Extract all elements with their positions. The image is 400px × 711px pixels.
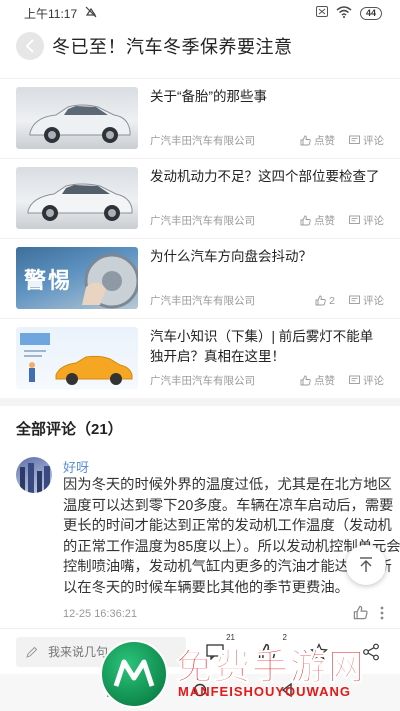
like-button[interactable]: 点赞: [300, 213, 335, 228]
arrow-up-icon: [360, 557, 372, 572]
comment-body: 因为冬天的时候外界的温度过低，尤其是在北方地区温度可以达到零下20多度。车辆在凉…: [63, 477, 400, 596]
thumbs-up-icon: [300, 215, 311, 226]
watermark-text: 免费手游网: [175, 647, 367, 689]
list-item[interactable]: 关于“备胎”的那些事 广汽丰田汽车有限公司 点赞 评论: [0, 78, 400, 158]
battery-icon: 44: [359, 6, 382, 20]
more-options-button[interactable]: [380, 606, 384, 625]
article-thumbnail: [16, 167, 138, 229]
comment-icon: [349, 215, 360, 224]
like-button[interactable]: 点赞: [300, 373, 335, 388]
section-divider: [0, 398, 400, 406]
article-thumbnail: [16, 327, 138, 389]
like-count: 2: [329, 294, 335, 307]
article-meta: 广汽丰田汽车有限公司 2 评论: [150, 293, 384, 308]
article-meta: 广汽丰田汽车有限公司 点赞 评论: [150, 373, 384, 388]
comment-username[interactable]: 好呀: [63, 457, 89, 476]
article-title: 发动机动力不足？这四个部位要检查了: [150, 169, 380, 184]
article-meta: 广汽丰田汽车有限公司 点赞 评论: [150, 133, 384, 148]
like-button[interactable]: 点赞: [300, 133, 335, 148]
article-thumbnail: [16, 87, 138, 149]
article-thumbnail: 警惕: [16, 247, 138, 309]
back-button[interactable]: [16, 32, 44, 60]
article-title: 汽车小知识（下集）| 前后雾灯不能单独开启？真相在这里！: [150, 329, 374, 364]
thumbs-up-icon: [300, 135, 311, 146]
scroll-to-top-button[interactable]: [346, 545, 386, 585]
list-item[interactable]: 警惕 为什么汽车方向盘会抖动？ 广汽丰田汽车有限公司 2 评论: [0, 238, 400, 318]
article-source: 广汽丰田汽车有限公司: [150, 295, 255, 307]
wifi-icon: [336, 5, 352, 21]
sim-icon: [315, 6, 328, 20]
comment-timestamp: 12-25 16:36:21: [63, 608, 138, 620]
header: 冬已至！汽车冬季保养要注意: [0, 28, 400, 64]
chevron-left-icon: [25, 39, 34, 53]
comment-button[interactable]: 评论: [349, 293, 384, 308]
watermark-logo: [100, 640, 168, 708]
article-title: 关于“备胎”的那些事: [150, 89, 267, 104]
more-vertical-icon: [380, 606, 384, 619]
comment-button[interactable]: 评论: [349, 133, 384, 148]
comment-icon: [349, 135, 360, 144]
site-watermark: 免费手游网 MANFEISHOUYOUWANG: [100, 636, 400, 711]
thumbs-up-icon: [353, 605, 368, 620]
comment-like-button[interactable]: [353, 605, 368, 625]
warning-sign-text: 警惕: [24, 268, 73, 293]
thumbs-up-icon: [315, 295, 326, 306]
avatar[interactable]: [16, 457, 52, 493]
article-source: 广汽丰田汽车有限公司: [150, 215, 255, 227]
thumbs-up-icon: [300, 375, 311, 386]
related-article-list: 关于“备胎”的那些事 广汽丰田汽车有限公司 点赞 评论 发动机动力不足？这四个部…: [0, 78, 400, 398]
comments-heading: 全部评论（21）: [16, 421, 123, 438]
comment-icon: [349, 375, 360, 384]
article-title: 为什么汽车方向盘会抖动？: [150, 249, 312, 264]
article-meta: 广汽丰田汽车有限公司 点赞 评论: [150, 213, 384, 228]
comment-icon: [349, 295, 360, 304]
like-button[interactable]: 2: [315, 295, 335, 307]
list-item[interactable]: 汽车小知识（下集）| 前后雾灯不能单独开启？真相在这里！ 广汽丰田汽车有限公司 …: [0, 318, 400, 398]
article-source: 广汽丰田汽车有限公司: [150, 135, 255, 147]
list-item[interactable]: 发动机动力不足？这四个部位要检查了 广汽丰田汽车有限公司 点赞 评论: [0, 158, 400, 238]
comment-button[interactable]: 评论: [349, 213, 384, 228]
comment-button[interactable]: 评论: [349, 373, 384, 388]
article-source: 广汽丰田汽车有限公司: [150, 375, 255, 387]
pencil-icon: [26, 646, 38, 658]
status-time: 上午11:17: [24, 6, 78, 21]
status-bar: 上午11:17 44: [0, 0, 400, 26]
comment-actions: [353, 605, 384, 625]
watermark-subtext: MANFEISHOUYOUWANG: [178, 684, 351, 699]
do-not-disturb-icon: [85, 6, 97, 21]
page-title: 冬已至！汽车冬季保养要注意: [52, 37, 293, 57]
